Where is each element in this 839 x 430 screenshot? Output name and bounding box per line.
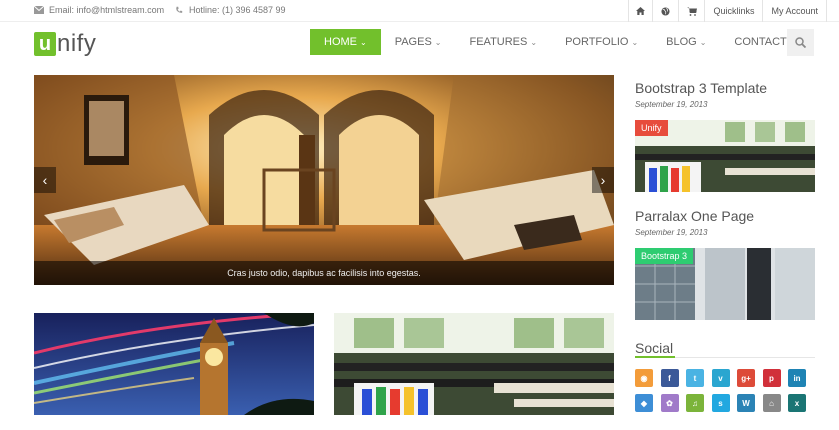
top-links: Quicklinks My Account [628, 0, 827, 22]
main-nav: HOME ⌄ PAGES ⌄ FEATURES ⌄ PORTFOLIO ⌄ BLOG ⌄ … [310, 29, 818, 55]
slider-prev-button[interactable]: ‹ [34, 167, 56, 193]
nav-pages[interactable]: PAGES ⌄ [381, 29, 456, 55]
skype-icon[interactable]: s [711, 394, 730, 412]
classroom-image [334, 313, 614, 415]
nav-features[interactable]: FEATURES ⌄ [456, 29, 552, 55]
post-date: September 19, 2013 [635, 100, 708, 109]
nav-contacts-label: CONTACTS [734, 36, 795, 48]
hero-slider[interactable]: ‹ › Cras justo odio, dapibus ac facilisi… [34, 75, 614, 285]
quicklinks-link[interactable]: Quicklinks [704, 0, 762, 22]
big-ben-image [34, 313, 314, 415]
google-plus-icon[interactable]: g+ [737, 369, 755, 387]
cart-link[interactable] [678, 0, 704, 22]
chevron-down-icon: ⌄ [530, 37, 538, 47]
home-link[interactable] [628, 0, 652, 22]
globe-icon [661, 6, 671, 16]
post-tag[interactable]: Bootstrap 3 [635, 248, 694, 264]
social-heading: Social [635, 340, 674, 356]
hotline-text: Hotline: (1) 396 4587 99 [189, 5, 286, 15]
search-button[interactable] [787, 29, 814, 56]
pinterest-icon[interactable]: p [762, 369, 781, 387]
dropbox-icon[interactable]: ◆ [635, 394, 653, 412]
chevron-down-icon: ⌄ [631, 37, 639, 47]
top-bar: Email: info@htmlstream.com Hotline: (1) … [0, 0, 839, 22]
nav-blog-label: BLOG [666, 36, 697, 48]
nav-blog[interactable]: BLOG ⌄ [652, 29, 720, 55]
account-link[interactable]: My Account [762, 0, 827, 22]
nav-home[interactable]: HOME ⌄ [310, 29, 381, 55]
slider-caption: Cras justo odio, dapibus ac facilisis in… [34, 261, 614, 285]
envelope-icon [34, 6, 44, 14]
london-thumbnail[interactable] [34, 313, 314, 415]
facebook-icon[interactable]: f [660, 369, 679, 387]
social-divider [635, 356, 815, 358]
post-date: September 19, 2013 [635, 228, 708, 237]
logo-text: nify [57, 30, 97, 57]
chevron-down-icon: ⌄ [699, 37, 707, 47]
phone-icon [176, 6, 183, 13]
post-thumbnail[interactable]: Bootstrap 3 [635, 248, 815, 320]
chevron-right-icon: › [600, 172, 606, 188]
post-thumbnail[interactable]: Unify [635, 120, 815, 192]
nav-portfolio[interactable]: PORTFOLIO ⌄ [551, 29, 652, 55]
chevron-left-icon: ‹ [42, 172, 48, 188]
search-icon [795, 37, 806, 48]
hotline-contact[interactable]: Hotline: (1) 396 4587 99 [174, 5, 286, 15]
email-contact[interactable]: Email: info@htmlstream.com [34, 5, 164, 15]
cart-icon [686, 7, 697, 16]
chevron-down-icon: ⌄ [434, 37, 442, 47]
post-title[interactable]: Parralax One Page [635, 208, 754, 224]
social-icons: ◉ f t v g+ p in ◆ ✿ ♫ s W ⌂ x [635, 369, 815, 412]
post-tag[interactable]: Unify [635, 120, 668, 136]
twitter-icon[interactable]: t [686, 369, 704, 387]
classroom-thumbnail[interactable] [334, 313, 614, 415]
slider-next-button[interactable]: › [592, 167, 614, 193]
logo-mark: u [34, 32, 56, 56]
vimeo-icon[interactable]: v [711, 369, 730, 387]
social-divider-accent [635, 356, 675, 358]
github-icon[interactable]: ⌂ [762, 394, 781, 412]
spotify-icon[interactable]: ♫ [686, 394, 704, 412]
site-logo[interactable]: u nify [34, 30, 96, 58]
slider-image [34, 75, 614, 285]
nav-features-label: FEATURES [469, 36, 528, 48]
language-link[interactable] [652, 0, 678, 22]
nav-portfolio-label: PORTFOLIO [565, 36, 629, 48]
picasa-icon[interactable]: ✿ [660, 394, 679, 412]
nav-pages-label: PAGES [394, 36, 432, 48]
wordpress-icon[interactable]: W [737, 394, 755, 412]
chevron-down-icon: ⌄ [360, 37, 367, 47]
linkedin-icon[interactable]: in [788, 369, 806, 387]
post-title[interactable]: Bootstrap 3 Template [635, 80, 767, 96]
xing-icon[interactable]: x [788, 394, 806, 412]
home-icon [636, 7, 646, 15]
rss-icon[interactable]: ◉ [635, 369, 653, 387]
nav-home-label: HOME [324, 36, 357, 48]
email-text: Email: info@htmlstream.com [49, 5, 165, 15]
